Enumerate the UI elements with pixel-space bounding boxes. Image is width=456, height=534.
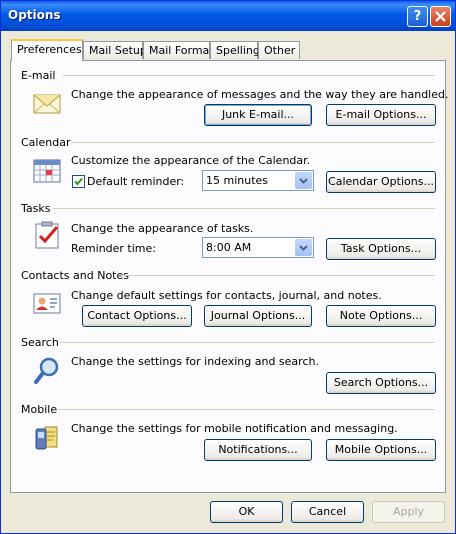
note-options-button[interactable]: Note Options... — [326, 305, 436, 327]
contacts-description: Change default settings for contacts, jo… — [71, 289, 382, 302]
default-reminder-label: Default reminder: — [87, 175, 185, 188]
email-description: Change the appearance of messages and th… — [71, 88, 449, 101]
mobile-phone-icon — [35, 426, 58, 450]
window-title: Options — [8, 8, 61, 22]
calendar-description: Customize the appearance of the Calendar… — [71, 154, 311, 167]
selected-value: 8:00 AM — [206, 241, 252, 254]
tab-label: Preferences — [17, 43, 82, 56]
task-options-button[interactable]: Task Options... — [326, 238, 436, 260]
email-options-button[interactable]: E-mail Options... — [326, 104, 436, 126]
mobile-options-button[interactable]: Mobile Options... — [326, 439, 436, 461]
options-dialog: Options ? Preferences Mail Setup Mail Fo… — [0, 0, 456, 534]
question-mark-icon: ? — [413, 9, 422, 24]
contact-card-icon — [33, 293, 61, 314]
magnifier-icon — [34, 357, 59, 384]
envelope-icon — [33, 94, 61, 114]
reminder-time-label: Reminder time: — [71, 242, 156, 255]
help-button[interactable]: ? — [407, 6, 428, 27]
mobile-description: Change the settings for mobile notificat… — [71, 422, 398, 435]
tab-label: Spelling — [216, 44, 260, 57]
calendar-options-button[interactable]: Calendar Options... — [326, 171, 436, 193]
section-divider — [59, 409, 435, 410]
tab-spelling[interactable]: Spelling — [210, 41, 260, 59]
section-divider — [71, 142, 435, 143]
tab-preferences[interactable]: Preferences — [11, 39, 83, 61]
search-description: Change the settings for indexing and sea… — [71, 355, 319, 368]
journal-options-button[interactable]: Journal Options... — [204, 305, 312, 327]
close-button[interactable] — [430, 6, 451, 27]
tab-label: Mail Setup — [89, 44, 147, 57]
tasks-section-title: Tasks — [21, 202, 51, 215]
section-divider — [121, 275, 435, 276]
selected-value: 15 minutes — [206, 174, 269, 187]
apply-button[interactable]: Apply — [372, 501, 445, 523]
calendar-icon — [33, 159, 61, 183]
search-section-title: Search — [21, 336, 59, 349]
chevron-down-icon[interactable] — [295, 239, 312, 256]
chevron-down-icon[interactable] — [295, 172, 312, 189]
search-options-button[interactable]: Search Options... — [326, 372, 436, 394]
title-bar[interactable]: Options ? — [1, 1, 455, 31]
checkmark-icon — [74, 177, 83, 186]
ok-button[interactable]: OK — [210, 501, 283, 523]
tab-label: Mail Format — [149, 44, 214, 57]
tasks-description: Change the appearance of tasks. — [71, 222, 254, 235]
notifications-button[interactable]: Notifications... — [204, 439, 312, 461]
cancel-button[interactable]: Cancel — [291, 501, 364, 523]
junk-email-button[interactable]: Junk E-mail... — [204, 104, 312, 126]
close-x-icon — [435, 11, 446, 22]
email-section-title: E-mail — [21, 69, 56, 82]
calendar-section-title: Calendar — [21, 136, 71, 149]
section-divider — [59, 342, 435, 343]
tab-label: Other — [264, 44, 296, 57]
tab-other[interactable]: Other — [258, 41, 300, 59]
section-divider — [53, 208, 435, 209]
mobile-section-title: Mobile — [21, 403, 58, 416]
tab-mail-setup[interactable]: Mail Setup — [83, 41, 147, 59]
default-reminder-checkbox[interactable] — [72, 175, 85, 188]
contact-options-button[interactable]: Contact Options... — [82, 305, 192, 327]
default-reminder-select[interactable]: 15 minutes — [202, 170, 314, 191]
task-checklist-icon — [35, 221, 59, 249]
preferences-panel: E-mail Change the appearance of messages… — [10, 60, 449, 493]
section-divider — [63, 75, 435, 76]
tab-mail-format[interactable]: Mail Format — [143, 41, 214, 59]
reminder-time-select[interactable]: 8:00 AM — [202, 237, 314, 258]
contacts-section-title: Contacts and Notes — [21, 269, 129, 282]
